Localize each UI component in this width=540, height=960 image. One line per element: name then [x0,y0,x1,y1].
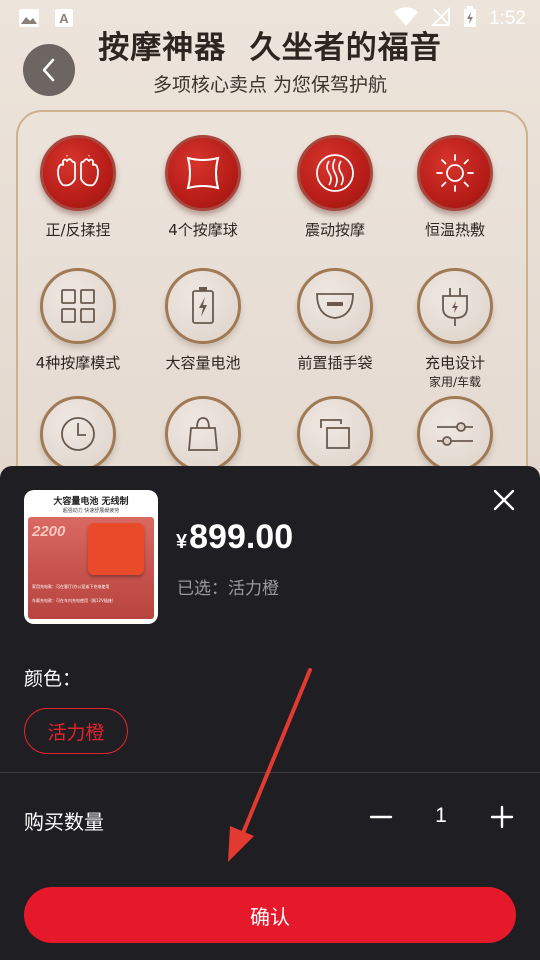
price-currency: ¥ [176,531,188,553]
timer-icon [61,417,95,451]
grid-modes-icon [61,289,95,323]
feature-label: 4个按摩球 [168,221,238,239]
hand-pocket-icon [316,293,354,319]
product-options-sheet: 大容量电池 无线制 超强动力 快速舒展缓疲劳 2200 家用充电款：可在客厅/办… [0,466,540,960]
thumbnail-photo: 2200 家用充电款：可在客厅/办公室或下充电使用 车载充电款：可在车内充电使用… [28,517,154,619]
color-option-orange[interactable]: 活力橙 [24,708,128,754]
battery-icon [192,287,214,324]
page-subtitle: 多项核心卖点 为您保驾护航 [152,74,388,96]
price-value: 899.00 [189,518,294,556]
close-icon [493,489,515,511]
feature-label: 4种按摩模式 [35,354,121,372]
pillow-icon [186,156,220,190]
layers-icon [320,419,350,449]
plus-icon [490,805,514,829]
product-thumbnail: 大容量电池 无线制 超强动力 快速舒展缓疲劳 2200 家用充电款：可在客厅/办… [24,490,158,624]
feature-sliders [390,396,520,472]
feature-battery: 大容量电池 [138,268,268,373]
feature-label: 前置插手袋 [297,354,373,372]
thumbnail-tagline: 超强动力 快速舒展缓疲劳 [62,508,120,514]
close-button[interactable] [490,486,518,514]
charging-plug-icon [442,288,468,326]
increase-quantity-button[interactable] [489,804,515,830]
feature-label: 正/反揉捏 [45,221,111,239]
feature-kneading: 正/反揉捏 [13,135,143,240]
vibration-icon [316,154,354,192]
sliders-icon [437,422,473,446]
feature-bag [138,396,268,472]
sun-heat-icon [436,154,474,192]
thumbnail-caption-1: 家用充电款：可在客厅/办公室或下充电使用 [32,584,110,589]
feature-heat: 恒温热敷 [390,135,520,240]
kneading-hands-icon [57,155,99,187]
bag-icon [188,417,218,451]
feature-layers [270,396,400,472]
thumbnail-big-number: 2200 [32,523,66,540]
cushion-image [88,523,144,575]
feature-hand-pocket: 前置插手袋 [270,268,400,373]
feature-label: 恒温热敷 [424,221,485,239]
quantity-label: 购买数量 [24,810,104,834]
feature-label: 震动按摩 [304,221,365,239]
minus-icon [369,815,393,819]
feature-label: 充电设计 [424,354,485,372]
color-label: 颜色： [24,668,82,690]
thumbnail-headline: 大容量电池 无线制 [53,497,129,507]
confirm-button[interactable]: 确认 [24,887,516,943]
thumbnail-caption-2: 车载充电款：可在车内充电使用（限12V插座） [32,598,116,603]
decrease-quantity-button[interactable] [368,804,394,830]
feature-massage-balls: 4个按摩球 [138,135,268,240]
feature-vibration: 震动按摩 [270,135,400,240]
divider [0,772,540,773]
feature-label: 大容量电池 [165,354,241,372]
feature-modes: 4种按摩模式 [13,268,143,373]
price: ¥899.00 [176,518,293,557]
feature-sublabel: 家用/车载 [428,375,482,389]
feature-charging: 充电设计 家用/车载 [390,268,520,390]
selected-variant: 已选：活力橙 [177,579,279,599]
feature-timer [13,396,143,472]
page-title: 按摩神器 久坐者的福音 [98,30,442,66]
quantity-value[interactable]: 1 [426,804,456,828]
